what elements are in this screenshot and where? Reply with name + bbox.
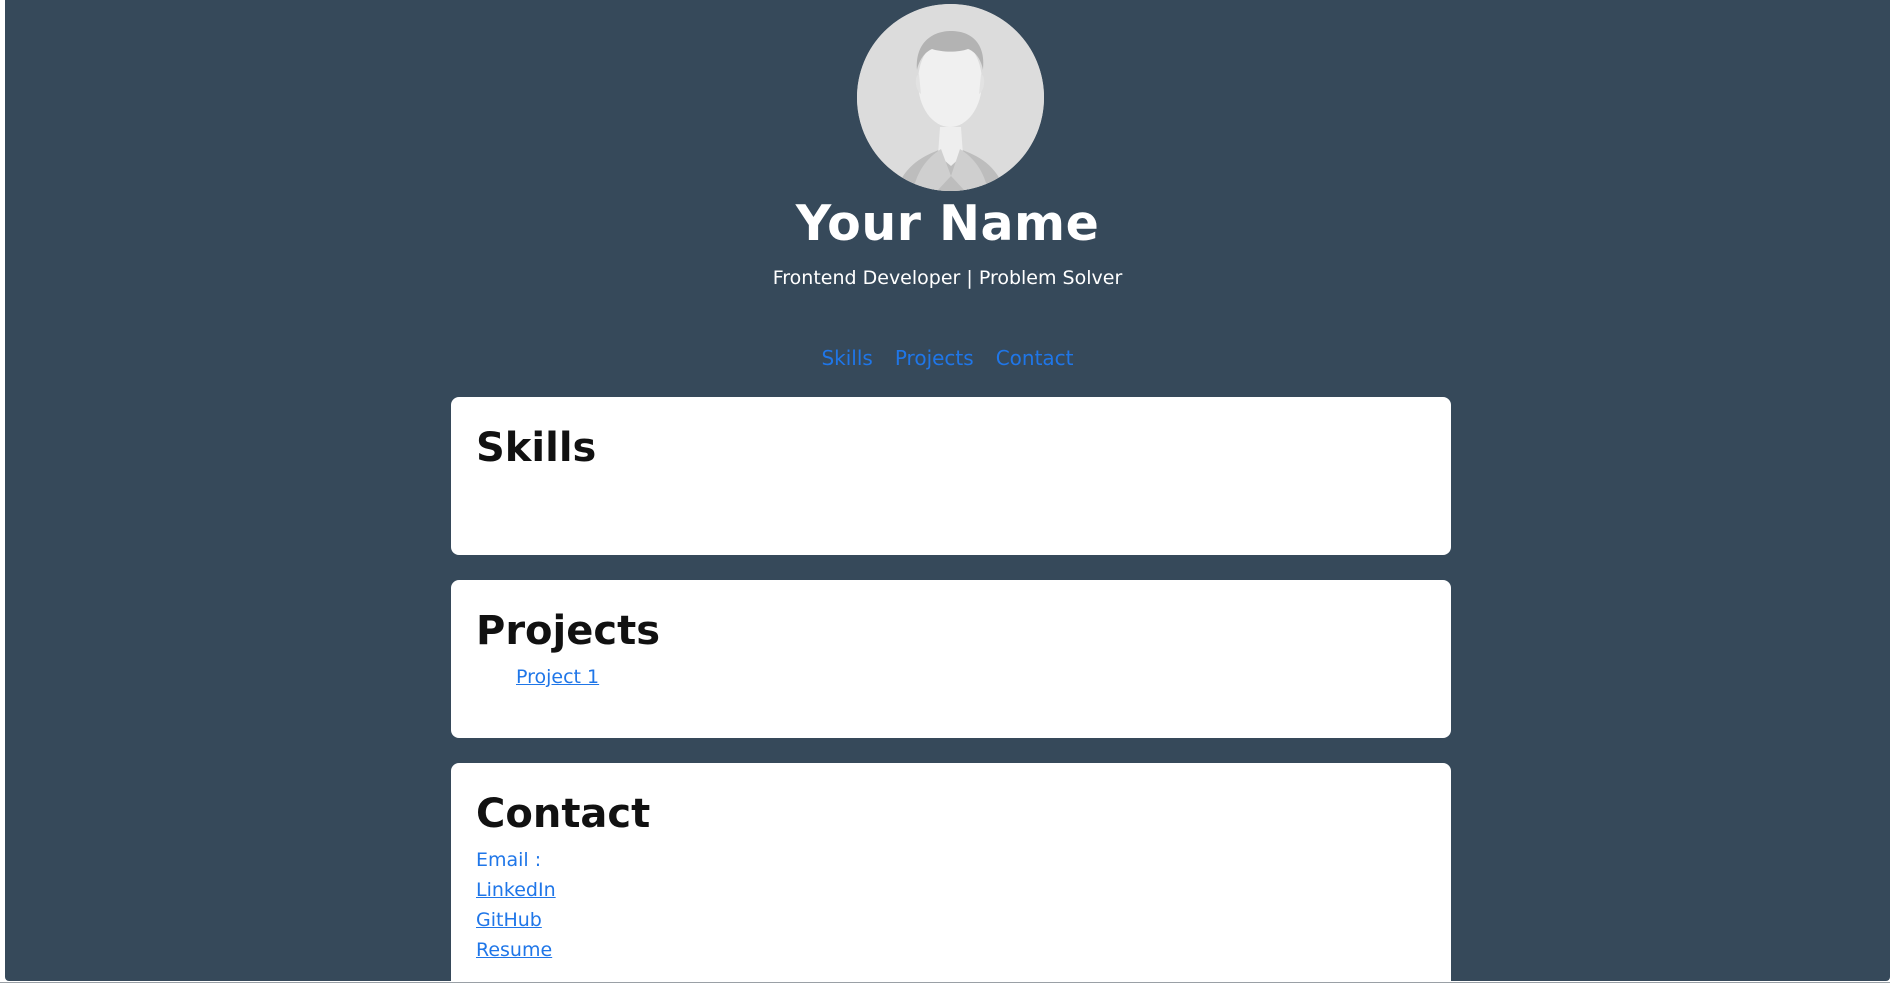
linkedin-link[interactable]: LinkedIn: [476, 879, 556, 901]
resume-link[interactable]: Resume: [476, 939, 552, 961]
profile-tagline: Frontend Developer | Problem Solver: [772, 267, 1123, 289]
projects-heading: Projects: [476, 608, 661, 654]
avatar: [857, 4, 1044, 191]
project-link[interactable]: Project 1: [516, 666, 599, 688]
email-link[interactable]: Email :: [476, 845, 1426, 875]
github-link[interactable]: GitHub: [476, 909, 542, 931]
skills-heading: Skills: [476, 425, 597, 471]
page-background: Your Name Frontend Developer | Problem S…: [5, 0, 1890, 981]
nav-link-projects[interactable]: Projects: [895, 346, 974, 370]
person-silhouette-icon: [857, 4, 1044, 191]
window-bottom-border: [0, 982, 1890, 983]
list-item: Project 1: [516, 664, 1426, 690]
nav-link-contact[interactable]: Contact: [996, 346, 1074, 370]
contact-section: Contact Email : LinkedIn GitHub Resume: [451, 763, 1451, 981]
profile-name: Your Name: [795, 195, 1100, 252]
nav-link-skills[interactable]: Skills: [821, 346, 872, 370]
main-nav: Skills Projects Contact: [5, 344, 1890, 372]
projects-list: Project 1: [476, 664, 1426, 690]
projects-section: Projects Project 1: [451, 580, 1451, 738]
contact-heading: Contact: [476, 791, 651, 837]
skills-section: Skills: [451, 397, 1451, 555]
contact-list: Email : LinkedIn GitHub Resume: [476, 845, 1426, 965]
